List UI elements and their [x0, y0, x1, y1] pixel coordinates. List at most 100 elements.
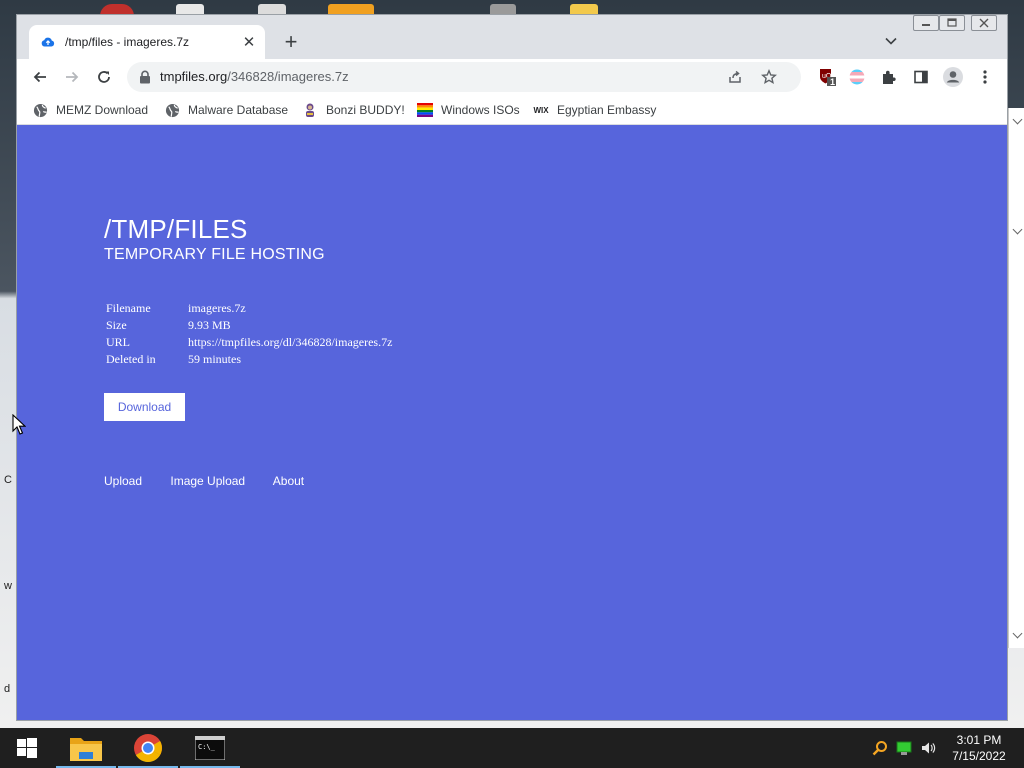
menu-button[interactable]	[971, 63, 999, 91]
file-info-key: URL	[106, 335, 130, 349]
file-explorer-icon	[70, 738, 102, 761]
bookmark-memz-download[interactable]: MEMZ Download	[32, 100, 148, 120]
file-info-table: Filename imageres.7z Size 9.93 MB URL ht…	[106, 300, 392, 368]
download-button[interactable]: Download	[104, 393, 185, 421]
kebab-menu-icon	[983, 70, 987, 84]
extension-badge: 1	[830, 77, 836, 87]
network-icon[interactable]	[896, 740, 912, 756]
file-url-link[interactable]: https://tmpfiles.org/dl/346828/imageres.…	[188, 334, 392, 351]
page-subtitle: TEMPORARY FILE HOSTING	[104, 246, 325, 263]
chevron-down-icon	[885, 37, 897, 45]
arrow-right-icon	[66, 71, 79, 83]
bookmark-egyptian-embassy[interactable]: WIX Egyptian Embassy	[533, 100, 656, 120]
url-text[interactable]: tmpfiles.org/346828/imageres.7z	[160, 69, 349, 84]
start-button[interactable]	[0, 728, 54, 768]
background-window-edge	[1008, 108, 1024, 648]
file-info-value: 59 minutes	[188, 352, 241, 366]
tab-active[interactable]: /tmp/files - imageres.7z ✕	[29, 25, 265, 59]
browser-toolbar: tmpfiles.org/346828/imageres.7z uO 1	[17, 59, 1007, 95]
chevron-icon	[1012, 224, 1023, 235]
restore-icon	[947, 18, 957, 27]
bookmark-windows-isos[interactable]: Windows ISOs	[417, 100, 520, 120]
bookmark-label: MEMZ Download	[56, 103, 149, 117]
address-bar[interactable]: tmpfiles.org/346828/imageres.7z	[127, 62, 801, 92]
taskbar-file-explorer[interactable]	[56, 728, 116, 768]
bookmark-star-button[interactable]	[757, 65, 781, 89]
forward-button[interactable]	[58, 63, 86, 91]
bookmark-label: Windows ISOs	[441, 103, 520, 117]
bookmark-malware-database[interactable]: Malware Database	[164, 100, 288, 120]
lock-icon[interactable]	[139, 70, 151, 84]
bookmark-label: Bonzi BUDDY!	[326, 103, 405, 117]
back-button[interactable]	[26, 63, 54, 91]
taskbar-command-prompt[interactable]: C:\_	[180, 728, 240, 768]
maximize-button[interactable]	[939, 15, 965, 31]
desktop-label-fragment: C	[4, 474, 12, 486]
windows-logo-icon	[17, 738, 37, 758]
arrow-left-icon	[33, 71, 46, 83]
clock-date: 7/15/2022	[952, 749, 1006, 763]
side-panel-button[interactable]	[907, 63, 935, 91]
bookmarks-bar: MEMZ Download Malware Database Bonzi BUD…	[17, 95, 1007, 125]
close-icon[interactable]: ✕	[239, 32, 259, 52]
cloud-upload-icon	[40, 34, 56, 50]
star-icon	[761, 69, 777, 85]
chrome-icon	[134, 734, 162, 762]
chevron-icon	[1012, 628, 1023, 639]
page-content: /TMP/FILES TEMPORARY FILE HOSTING Filena…	[17, 125, 1007, 720]
puzzle-icon	[883, 70, 896, 84]
globe-icon	[32, 102, 48, 118]
table-row: Filename imageres.7z	[106, 300, 392, 317]
reload-button[interactable]	[90, 63, 118, 91]
ublock-extension-button[interactable]: uO 1	[813, 63, 841, 91]
rainbow-flag-icon	[417, 102, 433, 118]
url-path: /346828/imageres.7z	[227, 69, 349, 84]
wix-icon: WIX	[533, 105, 549, 115]
table-row: Deleted in 59 minutes	[106, 351, 392, 368]
trans-flag-icon	[849, 69, 865, 85]
bookmark-bonzi-buddy[interactable]: Bonzi BUDDY!	[302, 100, 405, 120]
globe-icon	[164, 102, 180, 118]
system-tray	[872, 728, 944, 768]
close-window-button[interactable]	[971, 15, 997, 31]
close-icon	[979, 18, 989, 28]
footer-link-about[interactable]: About	[273, 474, 304, 488]
search-icon[interactable]	[872, 740, 888, 756]
share-button[interactable]	[723, 65, 747, 89]
file-info-value: imageres.7z	[188, 301, 246, 315]
file-info-key: Size	[106, 318, 127, 332]
new-tab-button[interactable]: +	[279, 30, 303, 54]
tab-search-button[interactable]	[879, 29, 903, 53]
table-row: URL https://tmpfiles.org/dl/346828/image…	[106, 334, 392, 351]
url-host: tmpfiles.org	[160, 69, 228, 84]
command-prompt-icon: C:\_	[195, 736, 225, 760]
bookmark-label: Egyptian Embassy	[557, 103, 657, 117]
taskbar-clock[interactable]: 3:01 PM 7/15/2022	[944, 732, 1014, 764]
file-info-value: 9.93 MB	[188, 318, 231, 332]
volume-icon[interactable]	[920, 740, 936, 756]
desktop-label-fragment: d	[4, 683, 11, 695]
svg-text:C:\_: C:\_	[198, 743, 216, 751]
footer-link-image-upload[interactable]: Image Upload	[170, 474, 245, 488]
share-icon	[729, 70, 741, 83]
taskbar: C:\_ 3:01 PM 7/15/2022	[0, 728, 1024, 768]
clock-time: 3:01 PM	[956, 733, 1002, 747]
minimize-icon	[922, 24, 930, 26]
reload-icon	[98, 71, 110, 83]
profile-button[interactable]	[939, 63, 967, 91]
chevron-icon	[1012, 114, 1023, 125]
extension-button[interactable]	[843, 63, 871, 91]
file-info-key: Filename	[106, 301, 151, 315]
avatar-icon	[943, 67, 963, 87]
extensions-menu-button[interactable]	[875, 63, 903, 91]
minimize-button[interactable]	[913, 15, 939, 31]
bookmark-label: Malware Database	[188, 103, 289, 117]
taskbar-chrome[interactable]	[118, 728, 178, 768]
footer-nav: Upload Image Upload About	[104, 474, 329, 488]
tab-title: /tmp/files - imageres.7z	[65, 35, 190, 49]
side-panel-icon	[914, 70, 928, 84]
bonzi-icon	[302, 102, 318, 118]
footer-link-upload[interactable]: Upload	[104, 474, 142, 488]
file-info-key: Deleted in	[106, 352, 156, 366]
desktop-label-fragment: w	[4, 580, 12, 592]
